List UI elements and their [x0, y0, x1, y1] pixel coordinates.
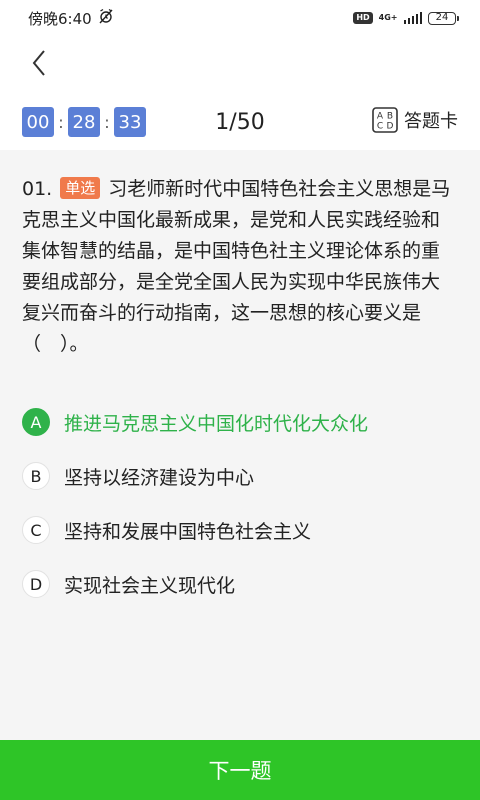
- option-text: 推进马克思主义中国化时代化大众化: [64, 412, 369, 435]
- question: 01. 单选 习老师新时代中国特色社会主义思想是马克思主义中国化最新成果，是党和人民…: [22, 174, 458, 360]
- answer-sheet-letter: A: [377, 112, 384, 122]
- signal-icon: [403, 12, 422, 24]
- option-text: 实现社会主义现代化: [64, 574, 236, 597]
- answer-sheet-letter: D: [387, 122, 394, 132]
- answer-card-button[interactable]: A B C D 答题卡: [372, 107, 458, 133]
- status-time: 傍晚6:40: [28, 9, 92, 28]
- chevron-left-icon: [32, 50, 45, 76]
- timer-separator: :: [104, 112, 110, 132]
- timer-minutes: 28: [68, 107, 100, 137]
- option-d[interactable]: D 实现社会主义现代化: [22, 557, 458, 611]
- question-number: 01.: [22, 178, 53, 200]
- option-text: 坚持以经济建设为中心: [64, 466, 255, 489]
- battery-icon: 24: [428, 11, 459, 25]
- answer-card-label: 答题卡: [404, 111, 458, 132]
- question-area: 01. 单选 习老师新时代中国特色社会主义思想是马克思主义中国化最新成果，是党和人民…: [0, 150, 480, 740]
- status-left: 傍晚6:40: [28, 8, 114, 29]
- alarm-off-icon: [98, 8, 114, 28]
- next-question-button[interactable]: 下一题: [0, 740, 480, 800]
- header: [0, 36, 480, 96]
- question-text: 习老师新时代中国特色社会主义思想是马克思主义中国化最新成果，是党和人民实践经验和…: [22, 178, 451, 355]
- answer-sheet-icon: A B C D: [372, 107, 398, 133]
- question-type-badge: 单选: [60, 177, 101, 199]
- status-right: HD 4G+ 24: [353, 11, 459, 25]
- answer-sheet-letter: B: [387, 112, 393, 122]
- option-c[interactable]: C 坚持和发展中国特色社会主义: [22, 503, 458, 557]
- option-letter: B: [22, 462, 50, 490]
- options-list: A 推进马克思主义中国化时代化大众化 B 坚持以经济建设为中心 C 坚持和发展中…: [22, 395, 458, 611]
- timer-separator: :: [58, 112, 64, 132]
- option-letter: D: [22, 570, 50, 598]
- timer-hours: 00: [22, 107, 54, 137]
- timer-row: 00 : 28 : 33 1/50 A B C D 答题卡: [0, 100, 480, 144]
- option-b[interactable]: B 坚持以经济建设为中心: [22, 449, 458, 503]
- network-label: 4G+: [378, 13, 398, 22]
- battery-level: 24: [435, 12, 449, 23]
- status-bar: 傍晚6:40 HD 4G+ 24: [0, 0, 480, 36]
- answer-sheet-letter: C: [377, 122, 383, 132]
- timer-seconds: 33: [114, 107, 146, 137]
- option-letter: C: [22, 516, 50, 544]
- countdown-timer: 00 : 28 : 33: [22, 107, 146, 137]
- hd-badge: HD: [353, 12, 373, 24]
- option-letter: A: [22, 408, 50, 436]
- option-a[interactable]: A 推进马克思主义中国化时代化大众化: [22, 395, 458, 449]
- option-text: 坚持和发展中国特色社会主义: [64, 520, 312, 543]
- back-button[interactable]: [24, 48, 54, 78]
